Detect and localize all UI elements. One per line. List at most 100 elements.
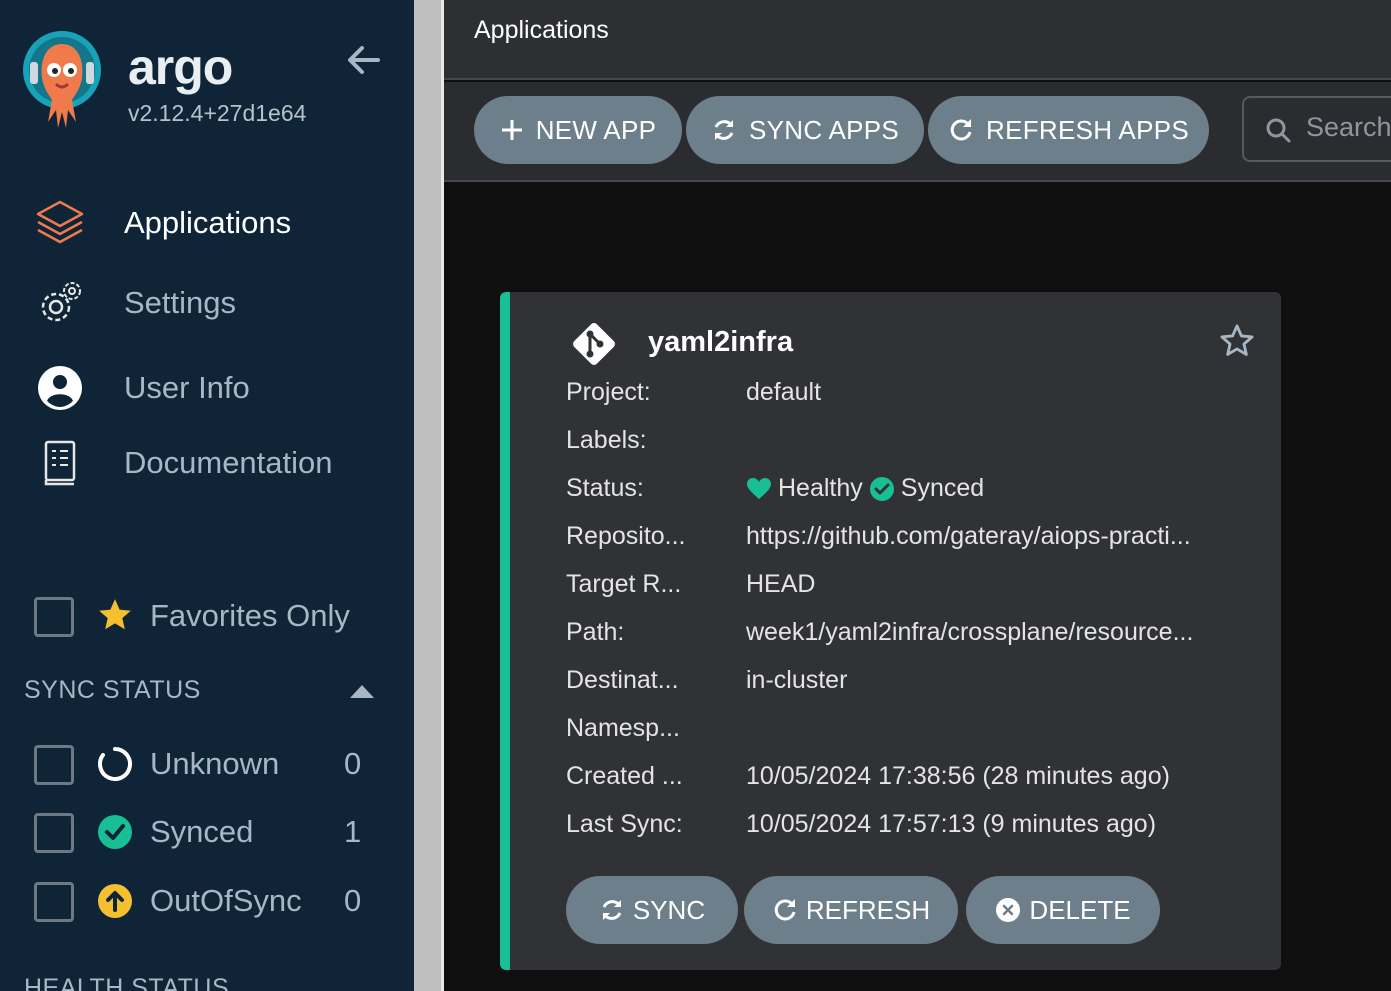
star-icon	[96, 596, 134, 634]
field-labels: Labels:	[566, 426, 1266, 462]
version-label: v2.12.4+27d1e64	[128, 100, 307, 126]
sync-status-text: Synced	[900, 474, 985, 502]
field-destination-value: in-cluster	[746, 666, 848, 694]
sync-button[interactable]: SYNC	[566, 876, 738, 944]
field-last-sync-value: 10/05/2024 17:57:13 (9 minutes ago)	[746, 810, 1157, 838]
brand-name: argo	[128, 39, 233, 95]
refresh-label: REFRESH	[805, 894, 931, 925]
field-repository-key: Reposito...	[566, 522, 686, 550]
nav-documentation[interactable]: Documentation	[0, 433, 414, 493]
sidebar: argo v2.12.4+27d1e64 Applications Settin…	[0, 0, 414, 991]
refresh-apps-button[interactable]: REFRESH APPS	[928, 96, 1209, 164]
nav-label-user-info: User Info	[124, 370, 250, 405]
app-name[interactable]: yaml2infra	[648, 326, 793, 359]
favorite-star-icon[interactable]	[1218, 322, 1256, 360]
field-repository-value[interactable]: https://github.com/gateray/aiops-practi.…	[746, 522, 1191, 551]
field-project-value: default	[746, 378, 822, 406]
refresh-button[interactable]: REFRESH	[744, 876, 958, 944]
new-app-button[interactable]: NEW APP	[474, 96, 682, 164]
search-icon	[1264, 116, 1292, 144]
arrow-up-circle-icon	[97, 883, 133, 919]
field-repository: Reposito... https://github.com/gateray/a…	[566, 522, 1266, 558]
page-title: Applications	[474, 16, 609, 44]
field-last-sync-key: Last Sync:	[566, 810, 683, 838]
synced-check-icon	[869, 476, 894, 501]
caret-up-icon[interactable]	[348, 682, 376, 700]
filter-unknown[interactable]: Unknown 0	[0, 740, 414, 790]
redo-icon	[950, 119, 972, 141]
refresh-apps-label: REFRESH APPS	[986, 114, 1189, 145]
field-created: Created ... 10/05/2024 17:38:56 (28 minu…	[566, 762, 1266, 798]
redo-icon	[774, 899, 796, 921]
filter-synced[interactable]: Synced 1	[0, 808, 414, 858]
favorites-only-filter[interactable]: Favorites Only	[0, 590, 414, 640]
field-destination: Destinat... in-cluster	[566, 666, 1266, 702]
gears-icon	[34, 277, 86, 329]
field-namespace-key: Namesp...	[566, 714, 680, 742]
nav-label-applications: Applications	[124, 205, 292, 240]
field-path: Path: week1/yaml2infra/crossplane/resour…	[566, 618, 1266, 654]
new-app-label: NEW APP	[535, 114, 657, 145]
sync-apps-label: SYNC APPS	[748, 114, 900, 145]
sync-apps-button[interactable]: SYNC APPS	[686, 96, 924, 164]
field-destination-key: Destinat...	[566, 666, 679, 694]
nav-settings[interactable]: Settings	[0, 273, 414, 333]
sync-icon	[714, 120, 734, 140]
unknown-count: 0	[344, 746, 362, 781]
filter-outofsync[interactable]: OutOfSync 0	[0, 877, 414, 927]
field-project-key: Project:	[566, 378, 651, 406]
sync-label: SYNC	[632, 894, 706, 925]
layers-icon	[34, 197, 86, 249]
delete-button[interactable]: DELETE	[966, 876, 1160, 944]
unknown-checkbox[interactable]	[34, 745, 74, 785]
nav-label-documentation: Documentation	[124, 445, 333, 480]
toolbar: NEW APP SYNC APPS REFRESH APPS Search	[444, 82, 1391, 182]
circle-notch-icon	[97, 746, 133, 782]
favorites-checkbox[interactable]	[34, 597, 74, 637]
nav-applications[interactable]: Applications	[0, 193, 414, 253]
heart-icon	[747, 477, 771, 499]
git-icon	[568, 318, 620, 370]
favorites-label: Favorites Only	[150, 598, 350, 633]
sync-status-title: SYNC STATUS	[24, 676, 201, 704]
synced-checkbox[interactable]	[34, 813, 74, 853]
top-header: Applications	[444, 0, 1391, 80]
outofsync-count: 0	[344, 883, 362, 918]
field-target-revision-key: Target R...	[566, 570, 682, 598]
collapse-sidebar-icon[interactable]	[344, 40, 384, 80]
field-path-value: week1/yaml2infra/crossplane/resource...	[746, 618, 1194, 646]
sync-icon	[602, 900, 622, 920]
app-card[interactable]: yaml2infra Project: default Labels: Stat…	[500, 292, 1281, 970]
health-status-title: HEALTH STATUS	[24, 974, 230, 991]
search-placeholder: Search	[1306, 112, 1391, 142]
field-last-sync: Last Sync: 10/05/2024 17:57:13 (9 minute…	[566, 810, 1266, 846]
outofsync-checkbox[interactable]	[34, 882, 74, 922]
synced-count: 1	[344, 814, 362, 849]
field-status-value: Healthy Synced	[746, 474, 984, 503]
field-target-revision-value: HEAD	[746, 570, 816, 598]
nav-user-info[interactable]: User Info	[0, 358, 414, 418]
search-input[interactable]: Search	[1242, 96, 1391, 162]
check-circle-icon	[97, 814, 133, 850]
sidebar-splitter[interactable]	[414, 0, 444, 991]
field-path-key: Path:	[566, 618, 625, 646]
outofsync-label: OutOfSync	[150, 883, 302, 918]
field-labels-key: Labels:	[566, 426, 647, 454]
nav-label-settings: Settings	[124, 285, 237, 320]
unknown-label: Unknown	[150, 746, 280, 781]
delete-label: DELETE	[1029, 894, 1131, 925]
field-namespace: Namesp...	[566, 714, 1266, 750]
plus-icon	[501, 120, 522, 140]
field-created-value: 10/05/2024 17:38:56 (28 minutes ago)	[746, 762, 1170, 790]
times-circle-icon	[996, 898, 1021, 922]
book-icon	[34, 437, 86, 489]
argo-logo	[22, 30, 102, 134]
field-created-key: Created ...	[566, 762, 683, 790]
field-project: Project: default	[566, 378, 1266, 414]
field-status-key: Status:	[566, 474, 644, 502]
field-target-revision: Target R... HEAD	[566, 570, 1266, 606]
field-status: Status: Healthy Synced	[566, 474, 1266, 510]
synced-label: Synced	[150, 814, 254, 849]
health-status-text: Healthy	[778, 474, 863, 502]
user-circle-icon	[34, 362, 86, 414]
